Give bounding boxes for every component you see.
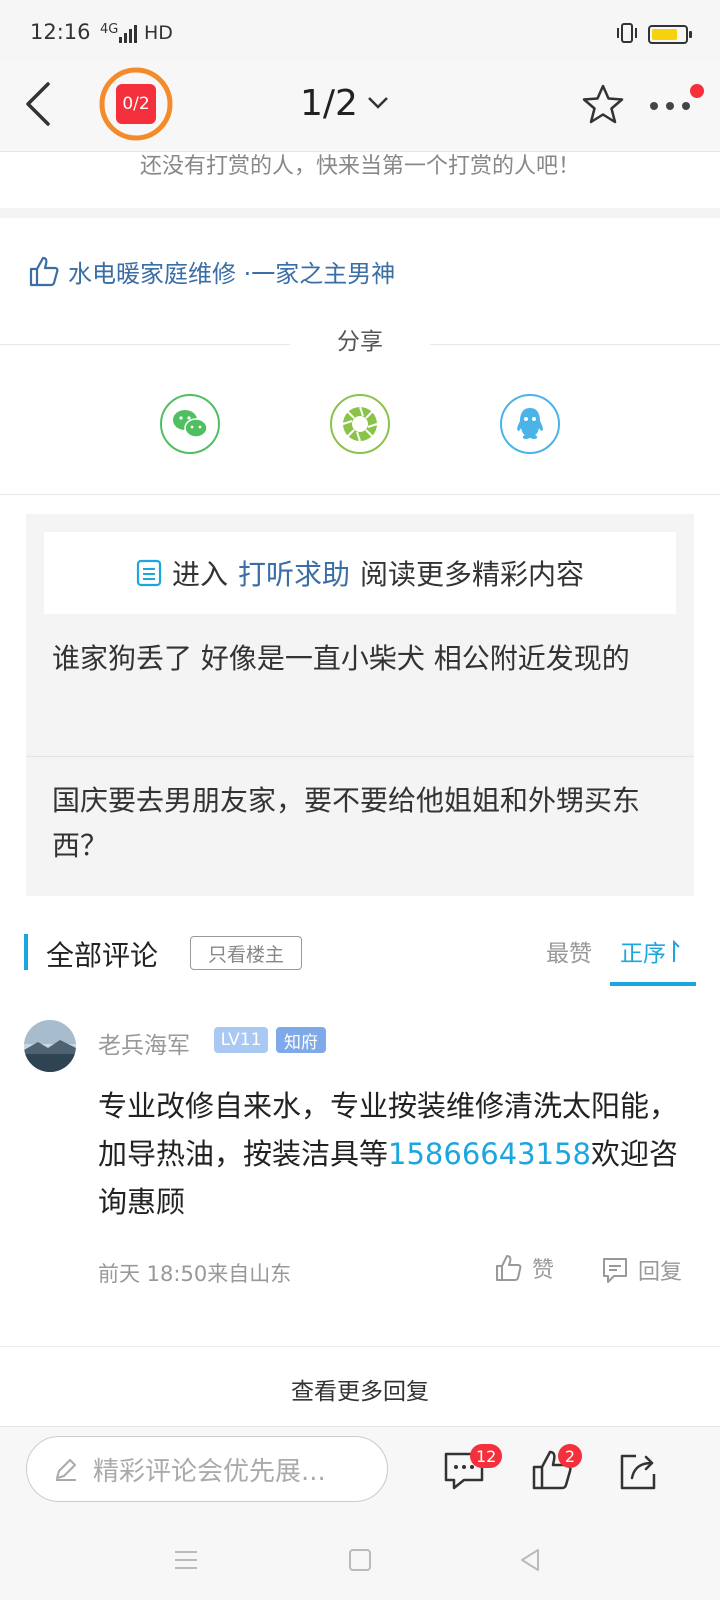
- battery-icon: [648, 25, 692, 44]
- comment-username[interactable]: 老兵海军: [98, 1026, 190, 1060]
- like-label: 赞: [532, 1258, 555, 1283]
- moments-icon: [342, 406, 378, 442]
- qq-icon: [517, 408, 543, 439]
- sort-order-tab[interactable]: 正序: [620, 934, 682, 968]
- page-indicator-text: 1/2: [300, 82, 358, 124]
- signal-icon: [119, 25, 137, 43]
- comment-count-badge: 12: [470, 1444, 503, 1468]
- network-type: 4G: [100, 22, 119, 37]
- share-moments-button[interactable]: [330, 394, 390, 454]
- reply-label: 回复: [638, 1260, 683, 1285]
- section-divider: [0, 208, 720, 218]
- avatar-image: [24, 1020, 76, 1072]
- avatar[interactable]: [24, 1020, 76, 1072]
- favorite-star-icon[interactable]: [578, 80, 628, 130]
- divider: [0, 344, 290, 345]
- share-qq-button[interactable]: [500, 394, 560, 454]
- vibrate-icon: [617, 23, 637, 43]
- divider: [0, 494, 720, 495]
- system-navigation-bar: [0, 1522, 720, 1600]
- chevron-down-icon: [368, 97, 388, 109]
- related-post-item[interactable]: 谁家狗丢了 好像是一直小柴犬 相公附近发现的: [52, 636, 672, 681]
- reply-button[interactable]: 回复: [600, 1254, 682, 1286]
- phone-link[interactable]: 15866643158: [388, 1137, 591, 1171]
- like-button[interactable]: 赞: [494, 1252, 554, 1284]
- active-tab-indicator: [610, 982, 696, 986]
- home-icon[interactable]: [346, 1546, 374, 1574]
- page-selector[interactable]: 1/2: [300, 78, 410, 128]
- share-wechat-button[interactable]: [160, 394, 220, 454]
- notification-dot: [690, 84, 704, 98]
- view-more-replies-button[interactable]: 查看更多回复: [0, 1372, 720, 1406]
- share-icon[interactable]: [614, 1446, 662, 1494]
- progress-label: 0/2: [122, 94, 150, 114]
- menu-icon[interactable]: [172, 1546, 200, 1574]
- enter-forum-link[interactable]: 进入 打听求助 阅读更多精彩内容: [44, 532, 676, 614]
- list-document-icon: [136, 559, 162, 587]
- comment-meta: 前天 18:50来自山东: [98, 1262, 292, 1286]
- back-icon[interactable]: [14, 74, 70, 134]
- sort-top-tab[interactable]: 最赞: [546, 934, 592, 968]
- reply-bubble-icon: [603, 1258, 627, 1283]
- status-bar: 12:16 4G HD: [0, 0, 720, 60]
- forum-name: 打听求助: [237, 558, 350, 591]
- level-badge: LV11: [214, 1027, 268, 1053]
- reward-notice: 还没有打赏的人，快来当第一个打赏的人吧！: [139, 154, 580, 179]
- back-triangle-icon[interactable]: [516, 1546, 544, 1574]
- input-placeholder: 精彩评论会优先展...: [93, 1456, 326, 1487]
- wechat-icon: [173, 410, 208, 438]
- enter-suffix: 阅读更多精彩内容: [360, 558, 585, 591]
- sort-arrow-icon: [673, 939, 680, 962]
- sort-order-label: 正序: [620, 941, 666, 967]
- share-title: 分享: [337, 329, 383, 355]
- related-post-item[interactable]: 国庆要去男朋友家，要不要给他姐姐和外甥买东西？: [52, 778, 672, 868]
- thumbs-up-icon: [29, 256, 59, 287]
- section-accent-bar: [24, 934, 28, 970]
- comments-title: 全部评论: [46, 939, 159, 972]
- top-navigation: 0/2 1/2: [0, 60, 720, 152]
- like-count-badge: 2: [558, 1444, 582, 1468]
- comment-body: 专业改修自来水，专业按装维修清洗太阳能，加导热油，按装洁具等1586664315…: [98, 1082, 688, 1226]
- pencil-icon: [56, 1459, 76, 1481]
- enter-prefix: 进入: [171, 558, 228, 591]
- divider: [430, 344, 720, 345]
- rank-badge: 知府: [276, 1027, 326, 1053]
- divider: [26, 756, 694, 757]
- liked-by-link[interactable]: 水电暖家庭维修 ·一家之主男神: [68, 254, 395, 289]
- only-owner-button[interactable]: 只看楼主: [190, 936, 302, 970]
- thumbs-up-icon: [496, 1255, 522, 1281]
- comment-input[interactable]: 精彩评论会优先展...: [26, 1436, 388, 1502]
- divider: [0, 1346, 720, 1347]
- hd-indicator: HD: [144, 22, 173, 44]
- status-time: 12:16: [30, 20, 91, 44]
